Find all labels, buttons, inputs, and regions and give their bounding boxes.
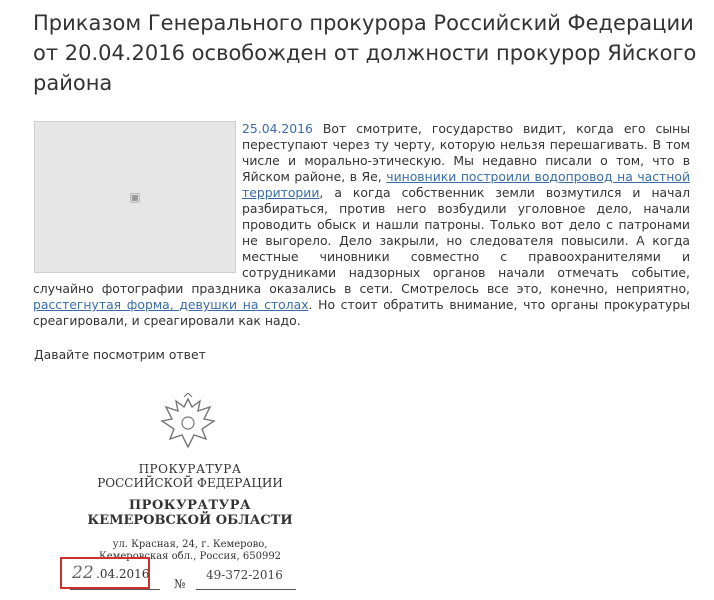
document-date-highlight: 22 .04.2016 xyxy=(60,557,150,589)
article-body: 25.04.2016 Вот смотрите, государство вид… xyxy=(33,121,690,329)
number-sign: № xyxy=(174,577,186,591)
date-underline xyxy=(70,589,160,590)
letterhead-org-line-3: ПРОКУРАТУРА xyxy=(128,498,252,513)
letterhead-org-line-4: КЕМЕРОВСКОЙ ОБЛАСТИ xyxy=(87,513,293,528)
see-answer-text: Давайте посмотрим ответ xyxy=(34,347,206,362)
article-title: Приказом Генерального прокурора Российск… xyxy=(33,11,697,95)
double-headed-eagle-icon xyxy=(160,393,216,449)
number-underline xyxy=(196,589,296,590)
article: Приказом Генерального прокурора Российск… xyxy=(0,0,714,600)
photo-spacer xyxy=(33,121,242,280)
document-letterhead: ПРОКУРАТУРА РОССИЙСКОЙ ФЕДЕРАЦИИ ПРОКУРА… xyxy=(60,385,360,600)
letterhead-org-line-2: РОССИЙСКОЙ ФЕДЕРАЦИИ xyxy=(97,476,283,490)
document-number: 49-372-2016 xyxy=(206,568,283,582)
letterhead-org-line-1: ПРОКУРАТУРА xyxy=(138,462,242,476)
article-date: 25.04.2016 xyxy=(242,121,313,136)
date-printed: .04.2016 xyxy=(96,567,150,581)
link-unbuttoned-uniform[interactable]: расстегнутая форма, девушки на столах xyxy=(33,297,309,312)
date-handwritten: 22 xyxy=(72,563,94,583)
letterhead-address-1: ул. Красная, 24, г. Кемерово, xyxy=(112,539,268,550)
